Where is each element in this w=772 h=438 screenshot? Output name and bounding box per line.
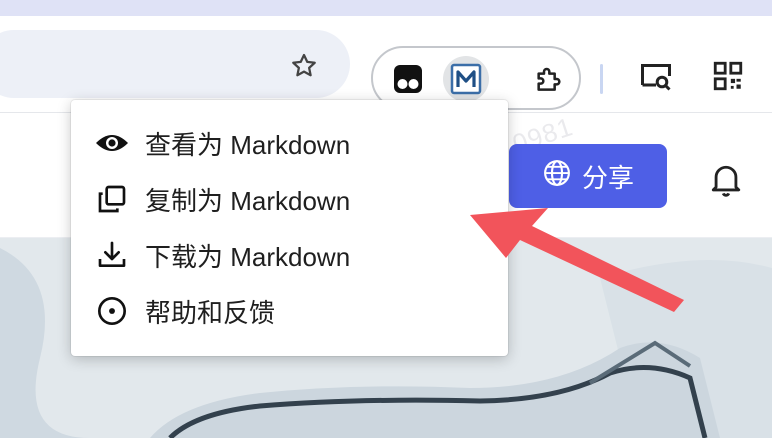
menu-item-label: 帮助和反馈: [145, 297, 276, 328]
menu-item-label: 复制为 Markdown: [145, 185, 351, 216]
menu-item-copy-markdown[interactable]: 复制为 Markdown: [71, 171, 508, 227]
context-menu: 查看为 Markdown 复制为 Markdown 下载为 Markdown 帮…: [71, 100, 508, 356]
tab-strip: [0, 0, 772, 16]
menu-item-view-markdown[interactable]: 查看为 Markdown: [71, 115, 508, 171]
eye-icon: [95, 126, 129, 160]
help-circle-icon: [95, 294, 129, 328]
share-label: 分享: [581, 162, 634, 193]
markdown-extension-icon[interactable]: [443, 56, 489, 102]
menu-item-help-feedback[interactable]: 帮助和反馈: [71, 283, 508, 339]
globe-icon: [542, 158, 572, 195]
star-icon[interactable]: [286, 50, 322, 82]
browser-toolbar: [0, 16, 772, 113]
screen-search-icon[interactable]: [636, 56, 676, 96]
download-icon: [95, 238, 129, 272]
menu-item-label: 查看为 Markdown: [145, 129, 351, 160]
menu-item-label: 下载为 Markdown: [145, 241, 351, 272]
qr-code-icon[interactable]: [708, 56, 748, 96]
extensions-puzzle-icon[interactable]: [525, 56, 571, 102]
bell-icon[interactable]: [702, 156, 750, 204]
toolbar-divider: [600, 64, 603, 94]
menu-item-download-markdown[interactable]: 下载为 Markdown: [71, 227, 508, 283]
share-button[interactable]: 分享: [509, 144, 667, 208]
browser-window: 0981 分享 查看为 Markdown 复制为 Markdown 下载为 Ma…: [0, 0, 772, 438]
tampermonkey-icon[interactable]: [385, 56, 431, 102]
copy-icon: [95, 182, 129, 216]
